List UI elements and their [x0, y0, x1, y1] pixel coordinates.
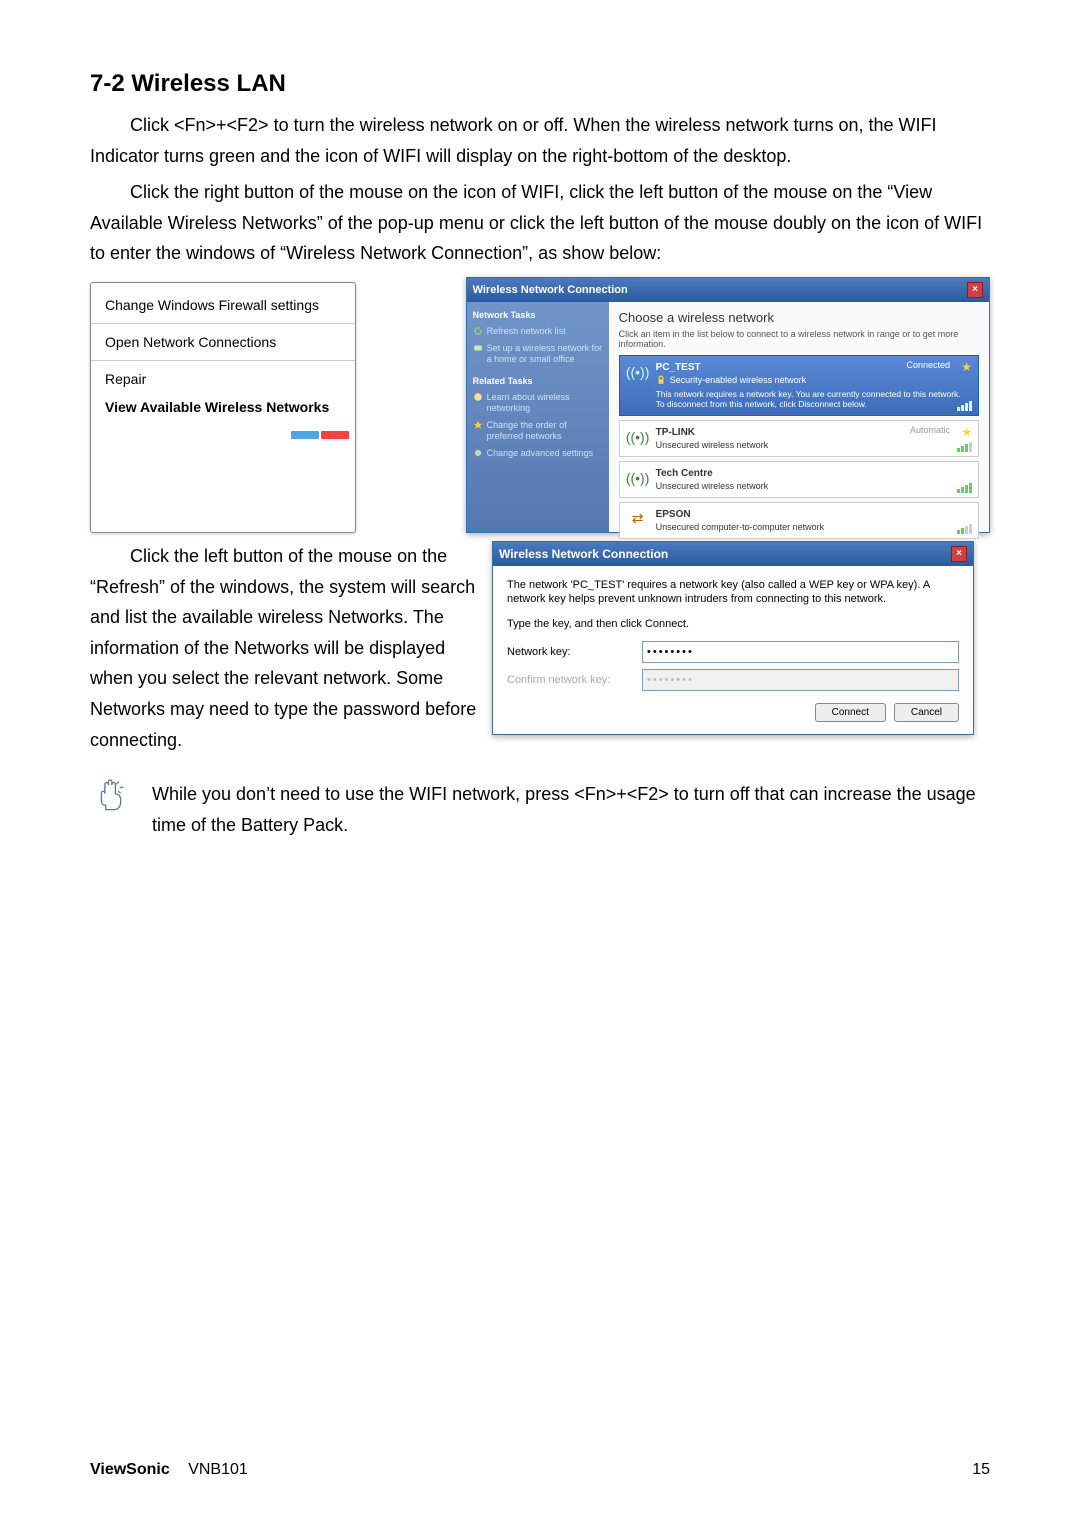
- confirm-key-label: Confirm network key:: [507, 674, 642, 686]
- pwd-instruction: Type the key, and then click Connect.: [507, 617, 959, 631]
- connect-button[interactable]: Connect: [815, 703, 886, 722]
- menu-divider: [91, 323, 355, 324]
- menu-divider: [91, 360, 355, 361]
- network-sub: Unsecured wireless network: [656, 481, 769, 491]
- paragraph-3: Click the left button of the mouse on th…: [90, 541, 480, 755]
- sidebar-advanced[interactable]: Change advanced settings: [473, 448, 603, 459]
- cancel-button[interactable]: Cancel: [894, 703, 959, 722]
- network-item-selected[interactable]: ((•)) PC_TEST Security-enabled wireless …: [619, 355, 979, 416]
- pwd-description: The network 'PC_TEST' requires a network…: [507, 578, 959, 607]
- network-status: Connected: [906, 360, 950, 370]
- sidebar-order[interactable]: Change the order of preferred networks: [473, 420, 603, 442]
- footer-model: VNB101: [188, 1461, 248, 1478]
- sidebar-head-network-tasks: Network Tasks: [473, 310, 603, 320]
- setup-icon: [473, 343, 483, 353]
- sidebar-refresh[interactable]: Refresh network list: [473, 326, 603, 337]
- wifi-secured-icon: ((•)): [628, 362, 648, 382]
- close-icon[interactable]: ×: [951, 546, 967, 562]
- page-footer: ViewSonic VNB101 15: [90, 1461, 990, 1479]
- menu-repair[interactable]: Repair: [91, 365, 355, 393]
- lock-icon: [656, 375, 666, 385]
- network-item[interactable]: ⇄ EPSON Unsecured computer-to-computer n…: [619, 502, 979, 539]
- wifi-icon: ((•)): [628, 468, 648, 488]
- wifi-icon: ((•)): [628, 427, 648, 447]
- sidebar-label: Change the order of preferred networks: [487, 420, 603, 442]
- sidebar-learn[interactable]: Learn about wireless networking: [473, 392, 603, 414]
- signal-icon: [957, 483, 972, 493]
- pwd-titlebar: Wireless Network Connection ×: [493, 542, 973, 566]
- star-icon: [473, 420, 483, 430]
- star-icon: ★: [961, 360, 972, 374]
- network-item[interactable]: ((•)) TP-LINK Unsecured wireless network…: [619, 420, 979, 457]
- info-icon: [473, 392, 483, 402]
- choose-network-heading: Choose a wireless network: [619, 310, 979, 325]
- wireless-connection-window: Wireless Network Connection × Network Ta…: [466, 277, 990, 533]
- network-name: Tech Centre: [656, 468, 970, 479]
- page-number: 15: [972, 1461, 990, 1479]
- sidebar-label: Learn about wireless networking: [487, 392, 603, 414]
- signal-icon: [957, 524, 972, 534]
- network-sub: Unsecured computer-to-computer network: [656, 522, 825, 532]
- pwd-title: Wireless Network Connection: [499, 547, 668, 561]
- signal-icon: [957, 442, 972, 452]
- signal-icon: [957, 401, 972, 411]
- star-icon: ★: [961, 425, 972, 439]
- menu-open-connections[interactable]: Open Network Connections: [91, 328, 355, 356]
- menu-firewall[interactable]: Change Windows Firewall settings: [91, 291, 355, 319]
- tip-hand-icon: [90, 779, 132, 821]
- section-heading: 7-2 Wireless LAN: [90, 70, 990, 98]
- network-key-input[interactable]: [642, 641, 959, 663]
- adhoc-icon: ⇄: [628, 509, 648, 529]
- sidebar-setup[interactable]: Set up a wireless network for a home or …: [473, 343, 603, 365]
- sidebar-label: Change advanced settings: [487, 448, 594, 459]
- wnc-title: Wireless Network Connection: [473, 284, 628, 296]
- paragraph-2: Click the right button of the mouse on t…: [90, 177, 990, 269]
- menu-view-networks[interactable]: View Available Wireless Networks: [91, 393, 355, 421]
- network-status: Automatic: [910, 425, 950, 435]
- gear-icon: [473, 448, 483, 458]
- footer-brand: ViewSonic: [90, 1461, 170, 1478]
- network-sub: Security-enabled wireless network: [670, 375, 807, 385]
- network-key-label: Network key:: [507, 646, 642, 658]
- sidebar-head-related-tasks: Related Tasks: [473, 376, 603, 386]
- wnc-main-panel: Choose a wireless network Click an item …: [609, 302, 989, 532]
- tip-text: While you don’t need to use the WIFI net…: [152, 779, 990, 840]
- confirm-key-input: [642, 669, 959, 691]
- network-sub: Unsecured wireless network: [656, 440, 769, 450]
- network-item[interactable]: ((•)) Tech Centre Unsecured wireless net…: [619, 461, 979, 498]
- wnc-sidebar: Network Tasks Refresh network list Set u…: [467, 302, 609, 532]
- choose-network-desc: Click an item in the list below to conne…: [619, 329, 979, 349]
- menu-tail-bars: [91, 421, 355, 439]
- network-key-dialog: Wireless Network Connection × The networ…: [492, 541, 974, 735]
- sidebar-label: Refresh network list: [487, 326, 566, 337]
- sidebar-label: Set up a wireless network for a home or …: [487, 343, 603, 365]
- wnc-titlebar: Wireless Network Connection ×: [467, 278, 989, 302]
- close-icon[interactable]: ×: [967, 282, 983, 298]
- network-name: EPSON: [656, 509, 970, 520]
- paragraph-1: Click <Fn>+<F2> to turn the wireless net…: [90, 110, 990, 171]
- wifi-context-menu: Change Windows Firewall settings Open Ne…: [90, 282, 356, 533]
- refresh-icon: [473, 326, 483, 336]
- network-note: This network requires a network key. You…: [656, 389, 970, 409]
